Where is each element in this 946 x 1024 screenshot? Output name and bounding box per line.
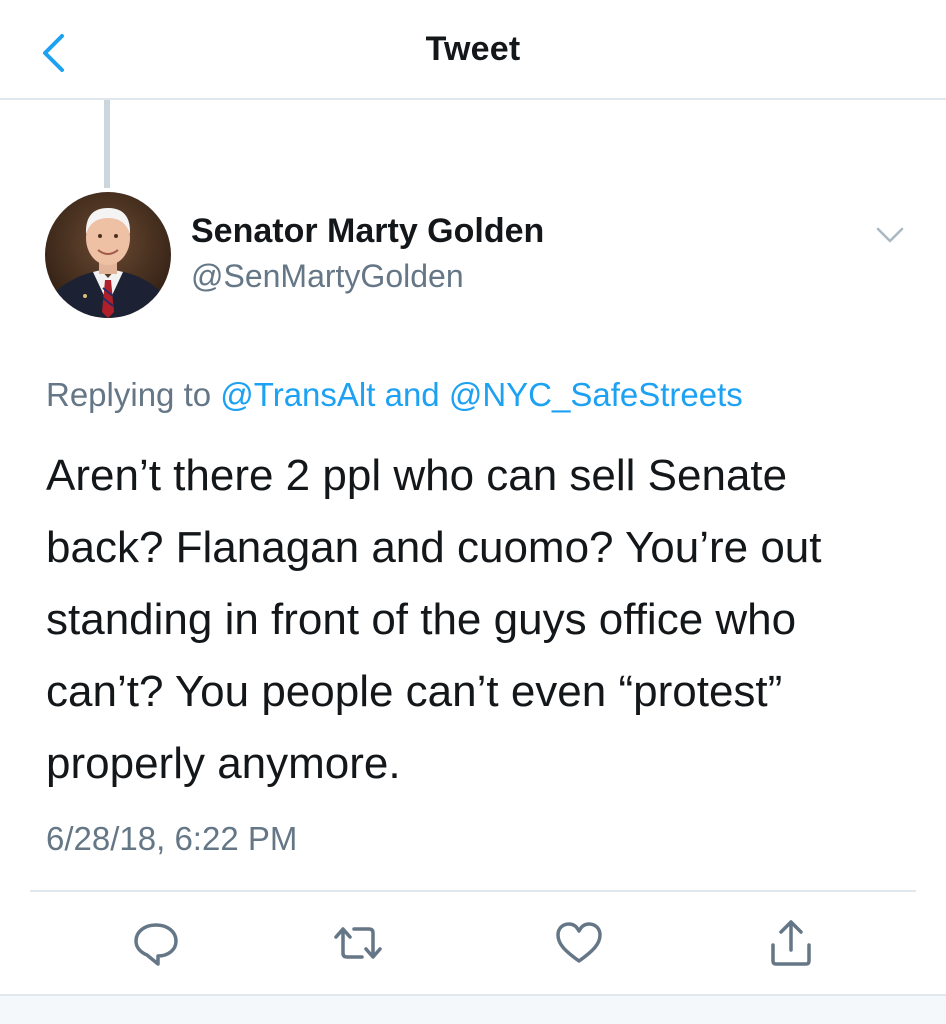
- tweet-text-line: back? Flanagan and cuomo? You’re out: [46, 523, 822, 572]
- mention-link-nyc-safestreets[interactable]: @NYC_SafeStreets: [449, 376, 743, 413]
- like-button[interactable]: [551, 915, 607, 971]
- avatar-photo: [45, 192, 171, 318]
- retweet-button[interactable]: [326, 915, 382, 971]
- tweet-text-line: properly anymore.: [46, 739, 401, 788]
- author-name[interactable]: Senator Marty Golden: [191, 212, 544, 251]
- tweet-text: Aren’t there 2 ppl who can sell Senate b…: [46, 440, 916, 800]
- share-button[interactable]: [763, 915, 819, 971]
- avatar[interactable]: [45, 192, 171, 318]
- tweet-text-line: standing in front of the guys office who: [46, 595, 797, 644]
- replying-to-conjunction: and: [384, 376, 440, 413]
- tweet-text-line: Aren’t there 2 ppl who can sell Senate: [46, 451, 788, 500]
- mention-link-transalt[interactable]: @TransAlt: [220, 376, 375, 413]
- tweet-timestamp: 6/28/18, 6:22 PM: [46, 820, 298, 857]
- replying-to-line: Replying to @TransAlt and @NYC_SafeStree…: [46, 376, 743, 414]
- nav-header: Tweet: [0, 0, 946, 100]
- footer-bar: [0, 994, 946, 1024]
- retweet-icon: [334, 927, 382, 959]
- share-icon: [771, 920, 811, 966]
- divider: [30, 890, 916, 892]
- author-handle[interactable]: @SenMartyGolden: [191, 258, 464, 295]
- chevron-down-icon: [876, 227, 904, 243]
- replying-to-prefix: Replying to: [46, 376, 212, 413]
- tweet-options-button[interactable]: [870, 220, 910, 250]
- heart-icon: [556, 922, 602, 963]
- reply-icon: [134, 923, 178, 966]
- reply-button[interactable]: [128, 915, 184, 971]
- page-title: Tweet: [425, 30, 521, 68]
- tweet-text-line: can’t? You people can’t even “protest”: [46, 667, 783, 716]
- thread-connector-line: [104, 100, 110, 188]
